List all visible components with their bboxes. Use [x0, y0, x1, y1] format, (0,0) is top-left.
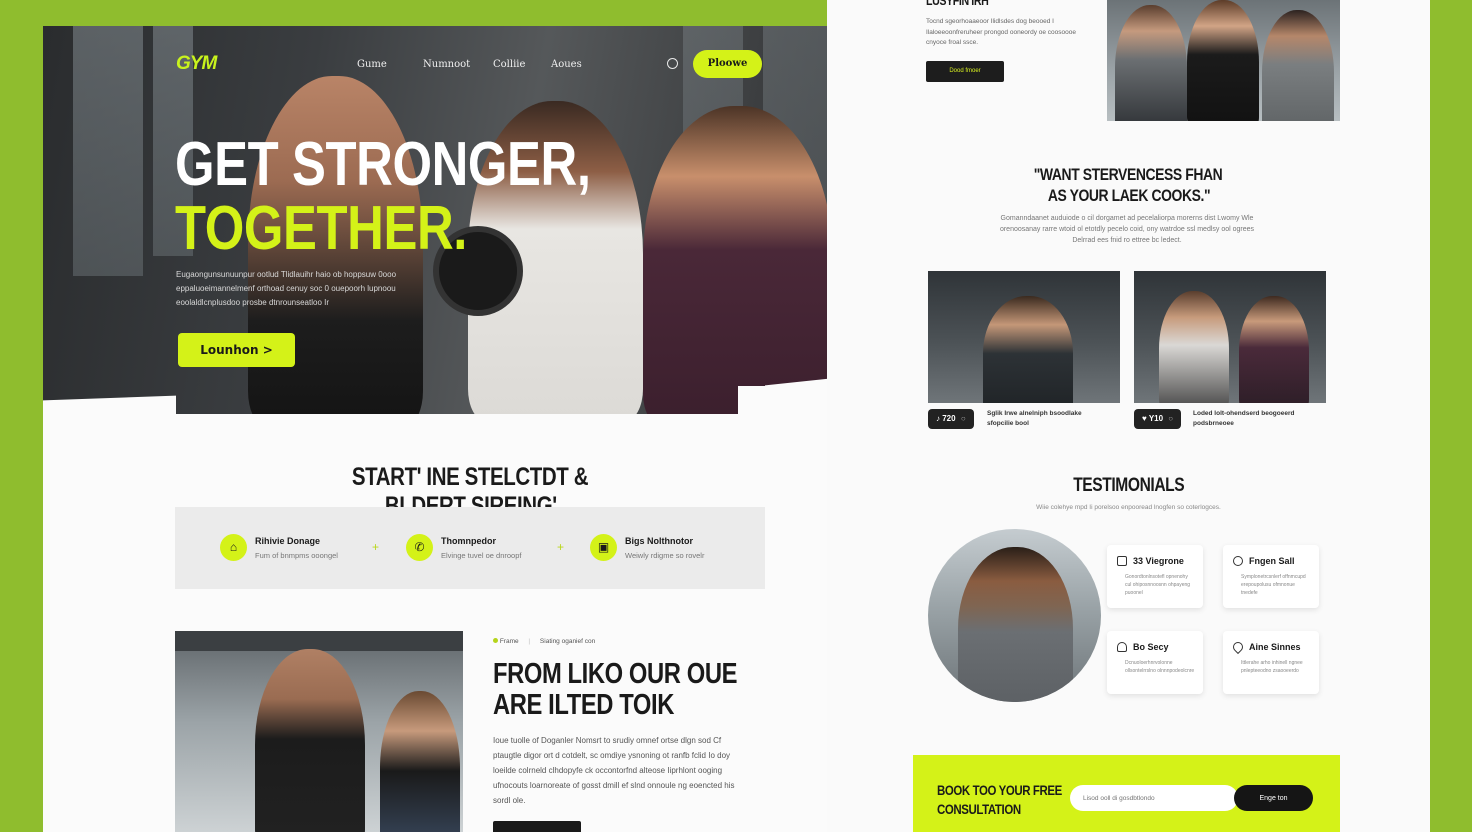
- home-icon: ⌂: [220, 534, 247, 561]
- testimonial-name: Fngen Sall: [1249, 556, 1295, 566]
- about-tag-label: Frame: [499, 638, 519, 645]
- quote-description: Gomanndaanet auduiode o cil dorgamet ad …: [999, 215, 1255, 244]
- email-field[interactable]: [1070, 785, 1238, 811]
- quote-heading: "WANT STERVENCESS FHAN AS YOUR LAEK COOK…: [827, 164, 1430, 206]
- about-cta-button[interactable]: [493, 821, 581, 832]
- pin-icon: [1230, 639, 1246, 655]
- card-person: [1239, 296, 1309, 403]
- card-person: [1159, 291, 1229, 403]
- testimonial-card[interactable]: Bo Secy Dcnuoloerhnrvolonne ollsontelrrs…: [1107, 631, 1203, 694]
- team-person: [1262, 10, 1334, 121]
- consultation-title-line1: BOOK TOO YOUR FREE: [937, 782, 1062, 798]
- hero-description: Eugaongunsunuunpur ootlud Tlidlauihr hai…: [176, 270, 397, 307]
- program-card-badge: ♥ Y10 ○: [1134, 409, 1182, 429]
- nav-link-3[interactable]: Colliie: [493, 59, 525, 70]
- features-bar: ⌂ Rihivie Donage Fum of bnmpms ooongel +…: [175, 507, 765, 589]
- testimonial-card[interactable]: Aine Sinnes Ittlerahe arho inhinell ngne…: [1223, 631, 1319, 694]
- brand-logo[interactable]: GYM: [176, 53, 217, 75]
- hero-person-woman-2: [643, 106, 833, 414]
- about-person-man: [255, 649, 365, 832]
- about-description: Ioue tuolle of Doganler Nomsrt to srudiy…: [493, 736, 735, 805]
- consultation-submit-button[interactable]: Enge ton: [1234, 785, 1313, 811]
- quote-line1: "WANT STERVENCESS FHAN: [1034, 165, 1223, 184]
- dot-icon: [493, 638, 498, 643]
- avatar-person: [958, 547, 1073, 702]
- testimonial-name: Aine Sinnes: [1249, 642, 1301, 652]
- heart-icon: ♪: [936, 414, 940, 423]
- torn-edge: [43, 395, 176, 414]
- window-decor: [73, 26, 143, 276]
- feature-title: Thomnpedor: [441, 536, 496, 546]
- top-section-description: Tocnd sgeorhoaaeoor Ilidlsdes dog beooed…: [926, 18, 1076, 46]
- hero-section: GYM Gume Numnoot Colliie Aoues Ploowe GE…: [43, 26, 898, 414]
- feature-subtitle: Elvinge tuvel oe dnroopf: [441, 551, 522, 560]
- circle-icon: ○: [960, 414, 966, 423]
- nav-cta-button[interactable]: Ploowe: [693, 50, 762, 78]
- testimonial-card[interactable]: 33 Viegrone Gonordtonlnsotefl opnenohy c…: [1107, 545, 1203, 608]
- nav-link-4[interactable]: Aoues: [551, 59, 582, 70]
- hero-cta-button[interactable]: Lounhon >: [178, 333, 295, 367]
- feature-title: Bigs Nolthnotor: [625, 536, 693, 546]
- testimonial-card[interactable]: Fngen Sall Symplonetrcsnlerf offnmcupd e…: [1223, 545, 1319, 608]
- nav-link-1[interactable]: Gume: [357, 59, 387, 70]
- badge-value: Y10: [1148, 414, 1164, 423]
- plus-icon: +: [557, 540, 565, 554]
- about-tagline: Frame | Siating oganief con: [493, 638, 595, 645]
- team-person: [1187, 0, 1259, 121]
- testimonial-text: Ittlerahe arho inhinell ngnee pnlepteeod…: [1241, 660, 1303, 674]
- testimonials-heading: TESTIMONIALS: [827, 475, 1430, 497]
- package-icon: ▣: [590, 534, 617, 561]
- consultation-title-line2: CONSULTATION: [937, 801, 1021, 817]
- program-card-caption: Loded lolt-ohendserd beogoeerd podsbrneo…: [1193, 410, 1295, 427]
- about-tag-label-2: Siating oganief con: [539, 638, 596, 645]
- plus-icon: +: [372, 540, 380, 554]
- card-person: [983, 296, 1073, 403]
- steps-title-line1: START' INE STELCTDT &: [352, 463, 589, 491]
- consultation-band: BOOK TOO YOUR FREE CONSULTATION Enge ton: [913, 755, 1340, 832]
- testimonial-text: Symplonetrcsnlerf offnmcupd erepoupolusu…: [1241, 574, 1306, 596]
- nav-link-2[interactable]: Numnoot: [423, 59, 470, 70]
- circle-icon: ○: [1168, 414, 1174, 423]
- landing-page-right: LUSYFIN IRH Tocnd sgeorhoaaeoor Ilidlsde…: [827, 0, 1430, 832]
- hero-title-line2: TOGETHER.: [175, 194, 467, 263]
- testimonial-text: Gonordtonlnsotefl opnenohy cul ohiposnno…: [1125, 574, 1191, 596]
- testimonial-name: 33 Viegrone: [1133, 556, 1184, 566]
- about-heading: FROM LIKO OUR OUE ARE ILTED TOIK: [493, 659, 791, 721]
- team-photo: [1107, 0, 1340, 121]
- photo-ceiling: [175, 631, 463, 651]
- program-card-badge: ♪ 720 ○: [928, 409, 974, 429]
- about-title-line1: FROM LIKO OUR OUE: [493, 658, 738, 690]
- about-person-woman: [380, 691, 460, 832]
- testimonial-avatar: [928, 529, 1101, 702]
- quote-line2: AS YOUR LAEK COOKS.": [1047, 186, 1210, 205]
- search-icon[interactable]: [667, 58, 678, 69]
- badge-value: 720: [942, 414, 956, 423]
- torn-edge: [738, 386, 768, 414]
- about-title-line2: ARE ILTED TOIK: [493, 689, 674, 721]
- consultation-heading: BOOK TOO YOUR FREE CONSULTATION: [937, 781, 1089, 819]
- team-person: [1115, 5, 1187, 121]
- heart-icon: ♥: [1142, 414, 1147, 423]
- chart-icon: [1117, 556, 1127, 566]
- program-card-caption: Sglik Irwe alnelniph bsoodlake sfopcilie…: [987, 410, 1082, 427]
- top-section-title: LUSYFIN IRH: [926, 0, 989, 8]
- program-card-photo[interactable]: [928, 271, 1120, 403]
- feature-subtitle: Fum of bnmpms ooongel: [255, 551, 338, 560]
- feature-subtitle: Weiwly rdigme so rovelr: [625, 551, 705, 560]
- about-photo: [175, 631, 463, 832]
- landing-page-left: GYM Gume Numnoot Colliie Aoues Ploowe GE…: [43, 26, 898, 832]
- top-section-button[interactable]: Dood fmoer: [926, 61, 1004, 82]
- testimonial-text: Dcnuoloerhnrvolonne ollsontelrrslno olnn…: [1125, 660, 1195, 674]
- program-card-photo[interactable]: [1134, 271, 1326, 403]
- phone-icon: ✆: [406, 534, 433, 561]
- user-icon: [1233, 556, 1243, 566]
- testimonial-name: Bo Secy: [1133, 642, 1169, 652]
- testimonials-subtitle: Wiie colehye mpd Ii porelsoo enpooread l…: [1036, 504, 1221, 511]
- lock-icon: [1117, 642, 1127, 652]
- hero-title-line1: GET STRONGER,: [175, 130, 591, 199]
- testimonials-title: TESTIMONIALS: [1072, 475, 1185, 496]
- feature-title: Rihivie Donage: [255, 536, 321, 546]
